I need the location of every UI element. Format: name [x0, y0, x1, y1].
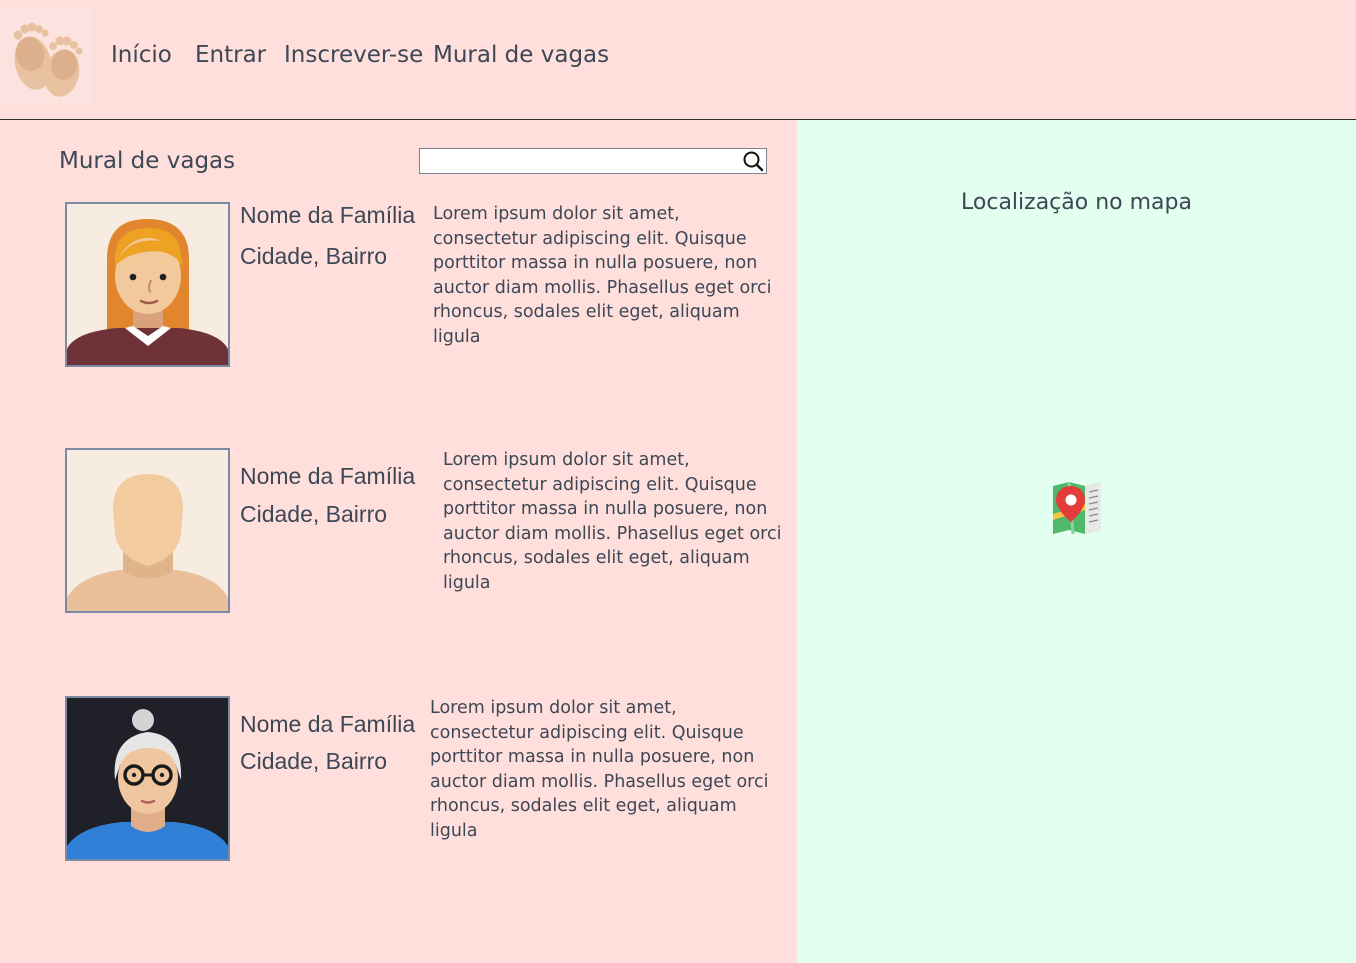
listing-description: Lorem ipsum dolor sit amet, consectetur …: [433, 204, 772, 347]
nav-inicio[interactable]: Início: [111, 42, 172, 68]
page-title: Mural de vagas: [59, 148, 236, 174]
listing-card[interactable]: Nome da Família Cidade, Bairro Lorem ips…: [0, 696, 797, 866]
baby-feet-icon[interactable]: [1, 8, 93, 104]
woman-red-hair-avatar: [65, 202, 230, 367]
listing-description: Lorem ipsum dolor sit amet, consectetur …: [430, 698, 769, 841]
search-input[interactable]: [424, 151, 738, 173]
search-icon[interactable]: [742, 150, 764, 172]
listing-card[interactable]: Nome da Família Cidade, Bairro Lorem ips…: [0, 448, 797, 618]
nav-mural-de-vagas[interactable]: Mural de vagas: [433, 42, 609, 68]
default-person-avatar: [65, 448, 230, 613]
family-name: Nome da Família: [240, 711, 416, 737]
map-pin-icon[interactable]: [1049, 480, 1105, 536]
family-location: Cidade, Bairro: [240, 748, 388, 774]
nav-entrar[interactable]: Entrar: [195, 42, 266, 68]
family-location: Cidade, Bairro: [240, 243, 388, 269]
family-name: Nome da Família: [240, 202, 416, 228]
search-box: [419, 148, 767, 174]
map-panel: Localização no mapa: [797, 120, 1356, 963]
job-board-panel: Mural de vagas Nome da Família Cidade, B…: [0, 120, 797, 963]
top-navbar: Início Entrar Inscrever-se Mural de vaga…: [0, 0, 1356, 120]
listing-card[interactable]: Nome da Família Cidade, Bairro Lorem ips…: [0, 202, 797, 372]
family-name: Nome da Família: [240, 463, 416, 489]
elderly-woman-glasses-avatar: [65, 696, 230, 861]
family-location: Cidade, Bairro: [240, 501, 388, 527]
listing-description: Lorem ipsum dolor sit amet, consectetur …: [443, 450, 782, 593]
map-title: Localização no mapa: [961, 190, 1192, 215]
nav-inscrever-se[interactable]: Inscrever-se: [284, 42, 423, 68]
